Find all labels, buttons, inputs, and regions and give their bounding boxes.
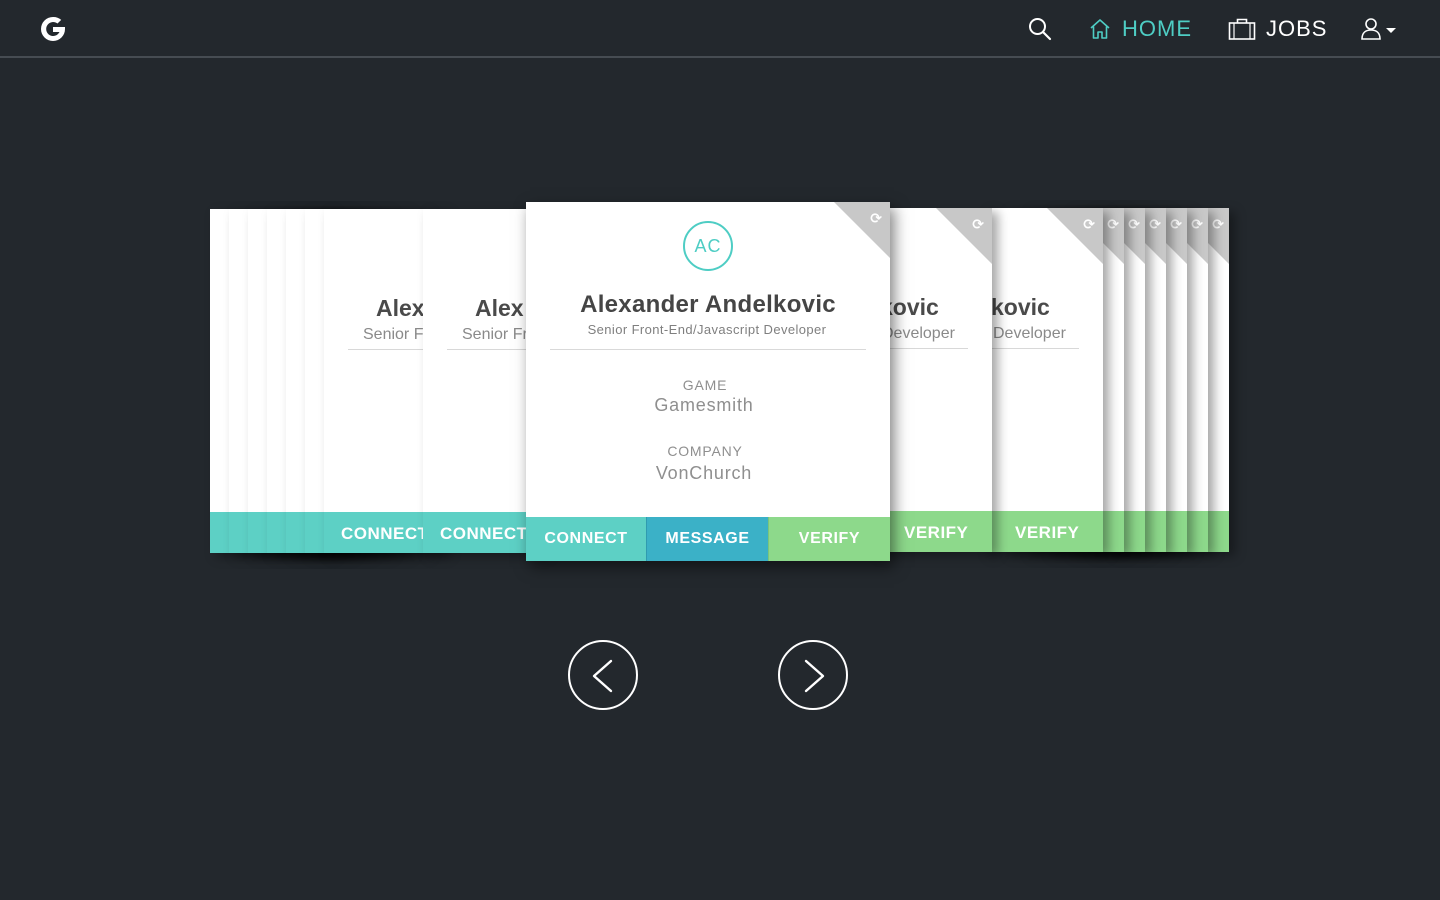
- nav-home-label: HOME: [1122, 16, 1192, 41]
- verify-button[interactable]: VERIFY: [904, 523, 968, 543]
- chevron-down-icon: [1386, 27, 1396, 33]
- flip-icon[interactable]: ⟳: [1128, 216, 1140, 233]
- previous-button[interactable]: [568, 640, 638, 710]
- card-title: Developer: [993, 325, 1066, 342]
- chevron-right-icon: [804, 659, 825, 693]
- logo-icon[interactable]: [38, 14, 68, 44]
- connect-button[interactable]: CONNECT: [526, 517, 646, 561]
- user-menu[interactable]: [1360, 15, 1404, 43]
- flip-icon[interactable]: ⟳: [1149, 216, 1161, 233]
- card-name: kovic: [991, 294, 1050, 320]
- card-footer: CONNECT: [423, 512, 543, 553]
- flip-icon[interactable]: ⟳: [1170, 216, 1182, 233]
- flip-icon[interactable]: ⟳: [1107, 216, 1119, 233]
- search-icon[interactable]: [1027, 16, 1053, 42]
- card-name: Alex: [475, 295, 524, 321]
- card-actions: CONNECT MESSAGE VERIFY: [526, 517, 890, 561]
- next-button[interactable]: [778, 640, 848, 710]
- company-value: VonChurch: [655, 463, 753, 483]
- verify-button[interactable]: VERIFY: [1015, 523, 1079, 543]
- card-footer: VERIFY: [983, 511, 1103, 552]
- game-value: Gamesmith: [654, 395, 754, 415]
- message-button[interactable]: MESSAGE: [646, 517, 768, 561]
- game-label: GAME: [682, 377, 728, 393]
- flip-icon[interactable]: ⟳: [1083, 216, 1095, 233]
- nav-jobs-label: JOBS: [1266, 16, 1328, 41]
- connect-button[interactable]: CONNECT: [440, 524, 528, 544]
- top-navbar: HOME JOBS: [0, 0, 1440, 58]
- chevron-left-icon: [592, 659, 613, 693]
- flip-icon[interactable]: ⟳: [1212, 216, 1224, 233]
- verify-button[interactable]: VERIFY: [768, 517, 890, 561]
- card-title: Developer: [882, 325, 955, 342]
- profile-card-right-2[interactable]: kovic Developer ⟳ VERIFY: [983, 208, 1103, 552]
- avatar: AC: [683, 221, 733, 271]
- profile-card-left-1[interactable]: Alex Senior Fr CONNECT: [423, 209, 543, 553]
- home-icon: [1090, 19, 1110, 39]
- flip-icon[interactable]: ⟳: [1191, 216, 1203, 233]
- flip-icon[interactable]: ⟳: [870, 210, 882, 227]
- card-footer: VERIFY: [872, 511, 992, 552]
- card-divider: [983, 348, 1079, 349]
- card-title: Senior Fr: [363, 326, 429, 343]
- profile-card-active[interactable]: AC ⟳ Alexander Andelkovic Senior Front-E…: [526, 202, 890, 561]
- user-icon: [1361, 18, 1381, 40]
- nav-home[interactable]: HOME: [1088, 14, 1192, 44]
- briefcase-icon: [1228, 18, 1256, 40]
- profile-name: Alexander Andelkovic: [580, 291, 836, 318]
- profile-title: Senior Front-End/Javascript Developer: [587, 322, 827, 337]
- profile-card-right-1[interactable]: kovic Developer ⟳ VERIFY: [872, 208, 992, 552]
- flip-icon[interactable]: ⟳: [972, 216, 984, 233]
- card-divider: [550, 349, 866, 350]
- card-title: Senior Fr: [462, 326, 528, 343]
- connect-button[interactable]: CONNECT: [341, 524, 429, 544]
- card-name: Alex: [376, 295, 425, 321]
- company-label: COMPANY: [667, 443, 743, 459]
- nav-jobs[interactable]: JOBS: [1228, 14, 1327, 44]
